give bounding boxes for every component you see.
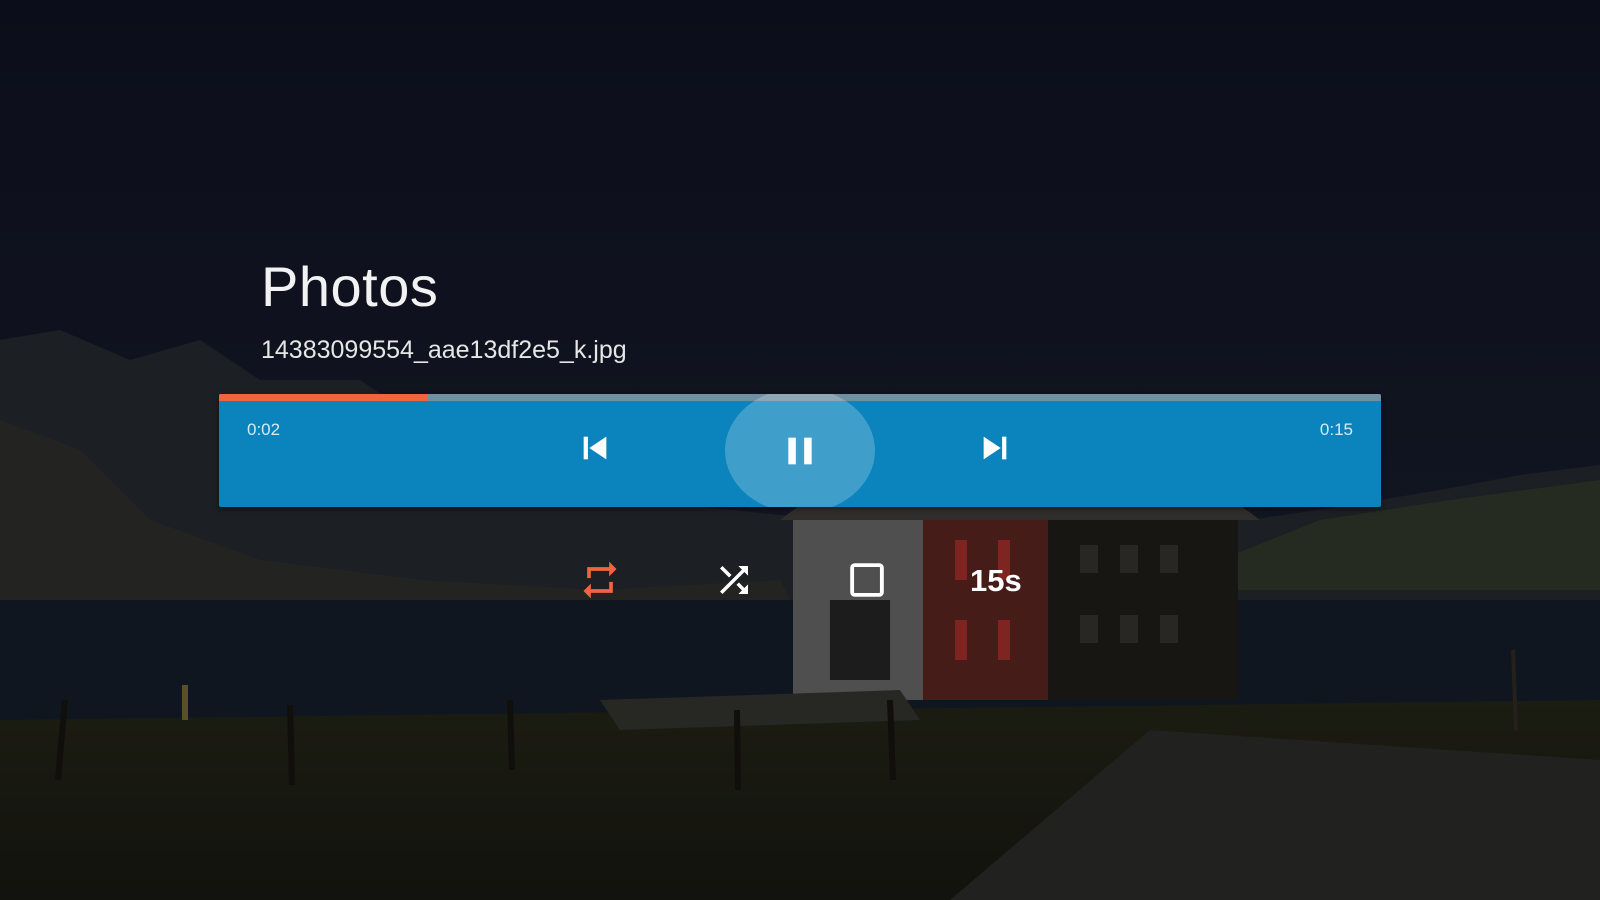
next-button[interactable] xyxy=(971,424,1019,472)
repeat-icon xyxy=(583,561,617,599)
pause-button[interactable] xyxy=(725,394,875,507)
repeat-button[interactable] xyxy=(576,556,624,604)
previous-button[interactable] xyxy=(571,424,619,472)
total-time: 0:15 xyxy=(1319,420,1353,439)
pause-icon xyxy=(788,437,812,464)
app-title: Photos xyxy=(261,255,439,318)
slideshow-interval-button[interactable]: 15s xyxy=(970,563,1022,599)
fit-screen-button[interactable] xyxy=(843,556,891,604)
elapsed-time: 0:02 xyxy=(247,420,281,439)
skip-next-icon xyxy=(983,436,1007,460)
playback-controls-bar: 0:02 0:15 xyxy=(219,394,1381,507)
shuffle-button[interactable] xyxy=(710,556,758,604)
skip-previous-icon xyxy=(583,436,607,460)
progress-fill xyxy=(219,394,429,401)
shuffle-icon xyxy=(720,566,748,594)
photo-filename: 14383099554_aae13df2e5_k.jpg xyxy=(261,336,627,364)
crop-square-icon xyxy=(850,563,884,597)
